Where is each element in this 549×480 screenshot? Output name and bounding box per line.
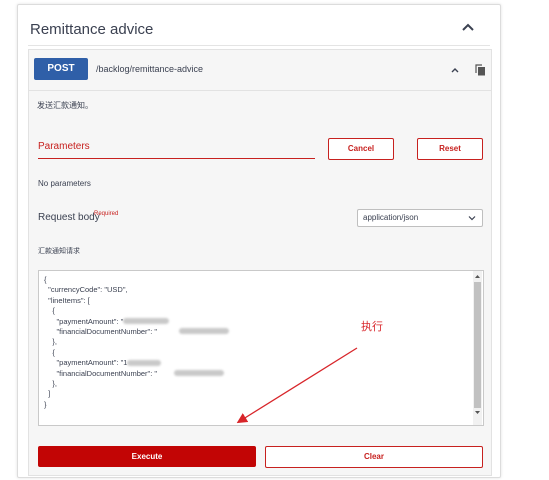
code-line: "lineItems": [ bbox=[44, 295, 90, 305]
code-line: { bbox=[44, 275, 47, 284]
operation-path: /backlog/remittance-advice bbox=[96, 64, 204, 74]
operation-block: POST /backlog/remittance-advice 发送汇款通知。 … bbox=[28, 49, 492, 476]
code-line: }, bbox=[44, 379, 57, 389]
code-line: "paymentAmount": "1 bbox=[44, 358, 128, 368]
code-line: "paymentAmount": " bbox=[44, 316, 124, 326]
chevron-down-icon bbox=[468, 216, 476, 221]
operation-header[interactable]: POST /backlog/remittance-advice bbox=[29, 50, 491, 91]
content-type-value: application/json bbox=[363, 213, 419, 222]
parameters-tab-underline bbox=[38, 158, 315, 159]
execute-button[interactable]: Execute bbox=[38, 446, 256, 467]
method-badge: POST bbox=[34, 58, 88, 80]
swagger-page: Remittance advice POST /backlog/remittan… bbox=[0, 0, 549, 480]
redacted-value bbox=[123, 318, 169, 324]
redacted-value bbox=[179, 328, 229, 334]
code-line: }, bbox=[44, 337, 57, 347]
code-line: { bbox=[44, 306, 55, 316]
redacted-value bbox=[174, 370, 224, 376]
operation-description: 发送汇款通知。 bbox=[37, 101, 93, 110]
scrollbar-thumb[interactable] bbox=[474, 282, 481, 408]
request-body-editor[interactable]: { "currencyCode": "USD", "lineItems": [ … bbox=[38, 270, 484, 426]
redacted-value bbox=[127, 360, 161, 366]
content-type-select[interactable]: application/json bbox=[357, 209, 483, 227]
tab-parameters[interactable]: Parameters bbox=[38, 141, 90, 152]
code-line: "currencyCode": "USD", bbox=[44, 285, 128, 295]
chevron-up-icon[interactable] bbox=[449, 64, 461, 76]
remittance-section-card: Remittance advice POST /backlog/remittan… bbox=[17, 4, 501, 478]
chevron-up-icon[interactable] bbox=[458, 17, 478, 37]
request-body-description: 汇款通知请求 bbox=[38, 247, 80, 255]
cancel-button[interactable]: Cancel bbox=[328, 138, 394, 160]
code-line: ] bbox=[44, 389, 51, 399]
code-line: } bbox=[44, 399, 47, 409]
code-line: { bbox=[44, 347, 55, 357]
code-line: "financialDocumentNumber": " bbox=[44, 368, 158, 378]
scroll-down-arrow-icon[interactable] bbox=[474, 409, 481, 416]
copy-icon[interactable] bbox=[475, 64, 486, 76]
request-body-label: Request body bbox=[38, 212, 100, 223]
annotation-label: 执行 bbox=[361, 320, 383, 333]
section-divider bbox=[28, 45, 490, 46]
reset-button[interactable]: Reset bbox=[417, 138, 483, 160]
no-parameters-text: No parameters bbox=[38, 179, 91, 188]
required-badge: Required bbox=[94, 211, 119, 217]
editor-scrollbar[interactable] bbox=[473, 271, 482, 425]
clear-button[interactable]: Clear bbox=[265, 446, 483, 468]
code-line: "financialDocumentNumber": " bbox=[44, 327, 158, 337]
request-body-code: { "currencyCode": "USD", "lineItems": [ … bbox=[44, 275, 157, 410]
section-title: Remittance advice bbox=[30, 21, 154, 38]
scroll-up-arrow-icon[interactable] bbox=[474, 273, 481, 280]
